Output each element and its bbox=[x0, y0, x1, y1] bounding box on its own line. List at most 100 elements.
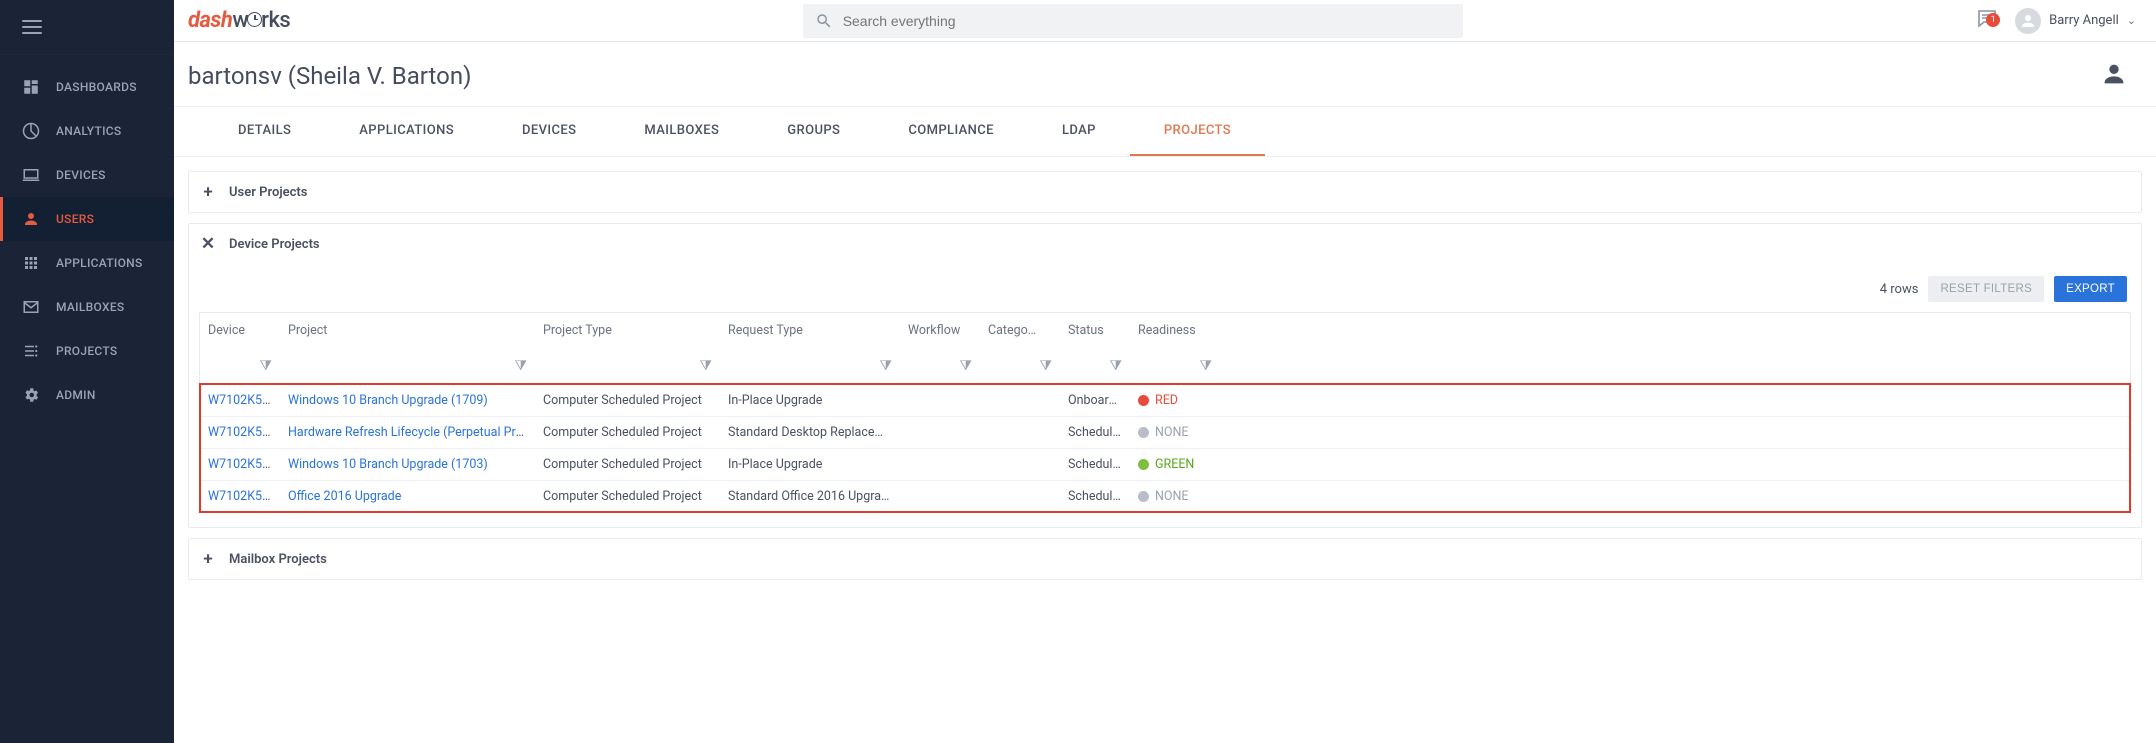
column-filter[interactable]: ⧩ bbox=[720, 348, 900, 384]
sidebar-item-analytics[interactable]: ANALYTICS bbox=[0, 109, 174, 153]
device-link[interactable]: W7102K5R1 bbox=[208, 457, 277, 472]
cell bbox=[900, 487, 980, 507]
tab-strip: DETAILSAPPLICATIONSDEVICESMAILBOXESGROUP… bbox=[174, 107, 2156, 157]
logo: dashwrks bbox=[184, 8, 290, 33]
sidebar-item-label: MAILBOXES bbox=[56, 300, 124, 314]
cell: Computer Scheduled Project bbox=[535, 383, 720, 418]
cell: Standard Office 2016 Upgrade bbox=[720, 479, 900, 514]
project-link[interactable]: Windows 10 Branch Upgrade (1703) bbox=[288, 457, 488, 472]
column-header[interactable]: Device bbox=[200, 313, 280, 348]
cell: Scheduled bbox=[1060, 415, 1130, 450]
tab-groups[interactable]: GROUPS bbox=[753, 107, 874, 156]
panel-header-user-projects[interactable]: + User Projects bbox=[189, 172, 2141, 212]
sidebar-item-label: ADMIN bbox=[56, 388, 96, 402]
column-header[interactable]: Project bbox=[280, 313, 535, 348]
panel-title: User Projects bbox=[229, 185, 307, 200]
filter-icon: ⧩ bbox=[1110, 358, 1123, 374]
device-link[interactable]: W7102K5R1 bbox=[208, 393, 277, 408]
sidebar-item-mailboxes[interactable]: MAILBOXES bbox=[0, 285, 174, 329]
cell: Computer Scheduled Project bbox=[535, 479, 720, 514]
status-dot bbox=[1138, 427, 1149, 438]
device-link[interactable]: W7102K5R1 bbox=[208, 425, 277, 440]
cell bbox=[980, 455, 1060, 475]
column-header[interactable]: Workflow bbox=[900, 313, 980, 348]
cell: Computer Scheduled Project bbox=[535, 415, 720, 450]
panel-mailbox-projects: + Mailbox Projects bbox=[188, 538, 2142, 580]
tab-devices[interactable]: DEVICES bbox=[488, 107, 610, 156]
tab-mailboxes[interactable]: MAILBOXES bbox=[610, 107, 753, 156]
tab-details[interactable]: DETAILS bbox=[204, 107, 325, 156]
column-header[interactable]: Project Type bbox=[535, 313, 720, 348]
tab-compliance[interactable]: COMPLIANCE bbox=[874, 107, 1028, 156]
reset-filters-button[interactable]: RESET FILTERS bbox=[1928, 276, 2044, 302]
notifications-button[interactable]: 1 bbox=[1975, 7, 1999, 35]
sidebar-item-projects[interactable]: PROJECTS bbox=[0, 329, 174, 373]
user-menu[interactable]: Barry Angell ⌄ bbox=[2015, 8, 2136, 34]
plus-icon: + bbox=[201, 185, 215, 199]
cell: Scheduled bbox=[1060, 479, 1130, 514]
cell bbox=[900, 391, 980, 411]
filter-icon: ⧩ bbox=[960, 358, 973, 374]
status-dot bbox=[1138, 459, 1149, 470]
column-header[interactable]: Status bbox=[1060, 313, 1130, 348]
search-icon bbox=[815, 12, 833, 30]
sidebar-item-label: APPLICATIONS bbox=[56, 256, 143, 270]
table-row: W7102K5R1 Hardware Refresh Lifecycle (Per… bbox=[200, 416, 2130, 448]
menu-toggle[interactable] bbox=[22, 20, 42, 34]
cell: NONE bbox=[1130, 479, 1220, 514]
filter-icon: ⧩ bbox=[880, 358, 893, 374]
cell bbox=[900, 455, 980, 475]
sidebar-nav: DASHBOARDS ANALYTICS DEVICES USERS APPLICATI… bbox=[0, 55, 174, 417]
device-link[interactable]: W7102K5R1 bbox=[208, 489, 277, 504]
column-filter[interactable]: ⧩ bbox=[1130, 348, 1220, 384]
global-search[interactable] bbox=[803, 4, 1463, 38]
cell: Computer Scheduled Project bbox=[535, 447, 720, 482]
sidebar-item-users[interactable]: USERS bbox=[0, 197, 174, 241]
sidebar-item-dashboards[interactable]: DASHBOARDS bbox=[0, 65, 174, 109]
sidebar-item-admin[interactable]: ADMIN bbox=[0, 373, 174, 417]
project-link[interactable]: Hardware Refresh Lifecycle (Perpetual Pr… bbox=[288, 425, 535, 440]
cell: GREEN bbox=[1130, 447, 1220, 482]
sidebar-item-applications[interactable]: APPLICATIONS bbox=[0, 241, 174, 285]
sidebar-item-label: ANALYTICS bbox=[56, 124, 121, 138]
status-dot bbox=[1138, 395, 1149, 406]
sidebar-item-label: DASHBOARDS bbox=[56, 80, 137, 94]
column-header[interactable]: Catego… bbox=[980, 313, 1060, 348]
row-count: 4 rows bbox=[1880, 282, 1919, 297]
cell: In-Place Upgrade bbox=[720, 447, 900, 482]
panel-header-mailbox-projects[interactable]: + Mailbox Projects bbox=[189, 539, 2141, 579]
filter-icon: ⧩ bbox=[1200, 358, 1213, 374]
tab-applications[interactable]: APPLICATIONS bbox=[325, 107, 488, 156]
column-filter[interactable]: ⧩ bbox=[1060, 348, 1130, 384]
cell bbox=[980, 423, 1060, 443]
column-filter[interactable]: ⧩ bbox=[980, 348, 1060, 384]
sidebar-item-devices[interactable]: DEVICES bbox=[0, 153, 174, 197]
panel-device-projects: ✕ Device Projects 4 rows RESET FILTERS E… bbox=[188, 223, 2142, 528]
project-link[interactable]: Windows 10 Branch Upgrade (1709) bbox=[288, 393, 488, 408]
column-filter[interactable]: ⧩ bbox=[535, 348, 720, 384]
cell bbox=[900, 423, 980, 443]
page-header: bartonsv (Sheila V. Barton) bbox=[174, 42, 2156, 107]
filter-icon: ⧩ bbox=[1040, 358, 1053, 374]
search-input[interactable] bbox=[843, 13, 1451, 29]
panel-user-projects: + User Projects bbox=[188, 171, 2142, 213]
person-icon bbox=[2100, 60, 2128, 92]
sidebar-item-label: PROJECTS bbox=[56, 344, 117, 358]
column-filter[interactable]: ⧩ bbox=[280, 348, 535, 384]
project-link[interactable]: Office 2016 Upgrade bbox=[288, 489, 401, 504]
device-projects-grid: DeviceProjectProject TypeRequest TypeWor… bbox=[199, 312, 2131, 513]
panel-header-device-projects[interactable]: ✕ Device Projects bbox=[189, 224, 2141, 264]
avatar bbox=[2015, 8, 2041, 34]
column-header[interactable]: Request Type bbox=[720, 313, 900, 348]
export-button[interactable]: EXPORT bbox=[2054, 276, 2127, 302]
page-title: bartonsv (Sheila V. Barton) bbox=[188, 62, 471, 90]
sidebar-item-label: USERS bbox=[56, 212, 94, 226]
column-header[interactable]: Readiness bbox=[1130, 313, 1220, 348]
sidebar-item-label: DEVICES bbox=[56, 168, 106, 182]
column-filter[interactable]: ⧩ bbox=[900, 348, 980, 384]
cell: Scheduled bbox=[1060, 447, 1130, 482]
user-name: Barry Angell bbox=[2049, 13, 2119, 28]
tab-ldap[interactable]: LDAP bbox=[1028, 107, 1130, 156]
tab-projects[interactable]: PROJECTS bbox=[1130, 107, 1265, 156]
column-filter[interactable]: ⧩ bbox=[200, 348, 280, 384]
